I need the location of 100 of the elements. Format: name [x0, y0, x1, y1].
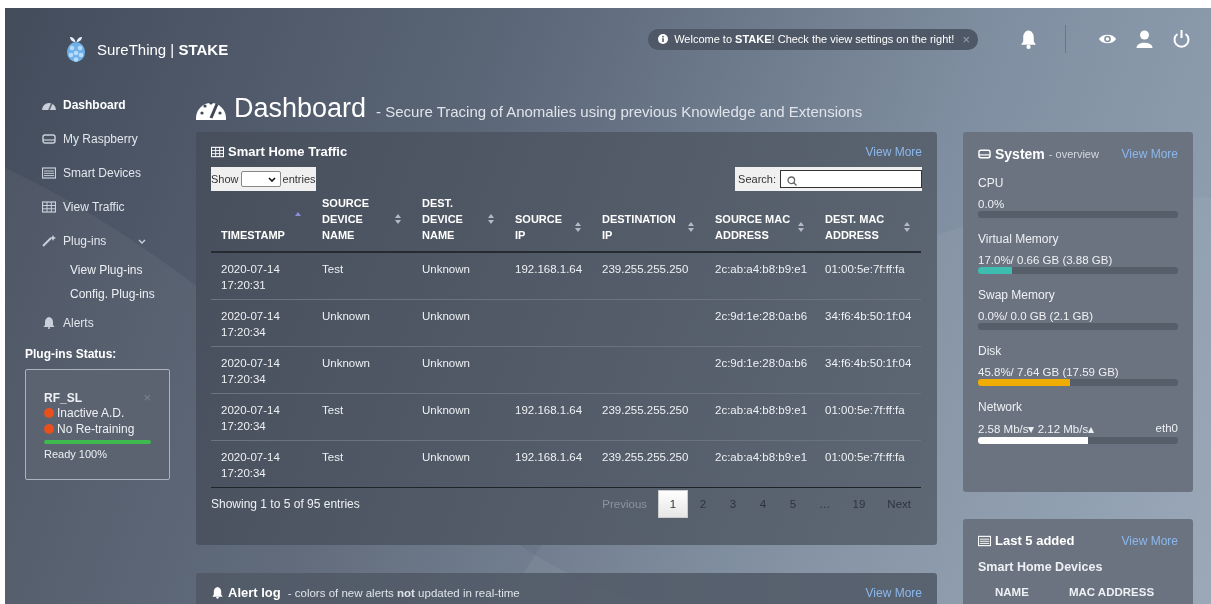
plugin-name: RF_SL	[44, 390, 82, 405]
search-icon	[787, 176, 797, 186]
table-cell-text: 2020-07-14 17:20:34	[221, 355, 281, 387]
entries-label: entries	[282, 173, 316, 185]
table-cell: 2c:9d:1e:28:0a:b6	[715, 309, 808, 322]
meter-label: Swap Memory	[978, 288, 1056, 302]
nav-item[interactable]: Alerts	[25, 306, 170, 340]
column-header[interactable]: TIMESTAMP	[221, 227, 285, 243]
table-cell: 2c:ab:a4:b8:b9:e1	[715, 403, 808, 416]
table-cell: Unknown	[422, 309, 470, 322]
table-cell: 2c:9d:1e:28:0a:b6	[715, 356, 808, 369]
meter-label: CPU	[978, 176, 1005, 190]
meter-label: Network	[978, 400, 1023, 414]
list-icon	[978, 534, 991, 547]
info-icon	[658, 34, 669, 44]
meter-reading: 0.0%/ 0.0 GB (2.1 GB)	[978, 310, 1094, 322]
column-header: MAC ADDRESS	[1068, 586, 1155, 598]
status-label: Inactive A.D.	[57, 405, 125, 421]
table-cell: 34:f6:4b:50:1f:04	[825, 356, 912, 369]
meter-reading: 2.58 Mb/s▾ 2.12 Mb/s▴	[978, 422, 1095, 436]
nav-item[interactable]: Plug-ins	[25, 224, 170, 258]
table-cell-text: 2020-07-14 17:20:34	[221, 449, 281, 481]
bell-icon[interactable]	[1020, 29, 1037, 49]
nav-subitem[interactable]: View Plug-ins	[25, 258, 196, 282]
table-cell: 2c:ab:a4:b8:b9:e1	[715, 450, 808, 463]
sort-icon[interactable]	[687, 221, 695, 233]
bell-icon	[211, 586, 224, 599]
progress-label: Ready 100%	[44, 448, 107, 460]
table-cell: 192.168.1.64	[515, 403, 583, 416]
column-header[interactable]: DEST. DEVICE NAME	[422, 195, 485, 243]
sort-icon[interactable]	[903, 221, 911, 233]
table-cell: Unknown	[422, 403, 470, 416]
table-cell: Test	[322, 450, 344, 463]
card-note: - colors of new alerts not updated in real-time	[287, 586, 520, 599]
card-title: Alert log	[228, 585, 281, 600]
grid-icon	[42, 201, 56, 213]
meter-reading: 45.8%/ 7.64 GB (17.59 GB)	[978, 366, 1119, 378]
caret-icon	[267, 176, 276, 182]
meter-reading: 17.0%/ 0.66 GB (3.88 GB)	[978, 254, 1113, 266]
page-button[interactable]: 1	[658, 489, 689, 518]
table-cell: Unknown	[322, 356, 370, 369]
column-header: NAME	[995, 586, 1029, 598]
table-cell: 01:00:5e:7f:ff:fa	[825, 450, 905, 463]
card-subtitle: Smart Home Devices	[978, 560, 1104, 574]
nav-item[interactable]: My Raspberry	[25, 122, 170, 156]
table-cell: 239.255.255.250	[602, 403, 689, 416]
interface-label: eth0	[1155, 422, 1178, 436]
table-cell-text: 2020-07-14 17:20:31	[221, 262, 281, 293]
table-cell: 01:00:5e:7f:ff:fa	[825, 263, 905, 275]
table-cell: 239.255.255.250	[602, 263, 689, 275]
bell-icon	[42, 317, 56, 329]
table-cell: Unknown	[422, 263, 470, 275]
brand-name: SureThing | STAKE	[97, 40, 229, 58]
nav-item[interactable]: View Traffic	[25, 190, 170, 224]
view-more-link[interactable]: View More	[865, 585, 922, 600]
list-icon	[42, 167, 56, 179]
power-icon[interactable]	[1172, 30, 1191, 48]
sort-icon[interactable]	[574, 221, 582, 233]
close-button[interactable]: ×	[960, 31, 970, 47]
column-header[interactable]: DEST. MAC ADDRESS	[825, 211, 901, 243]
entries-select[interactable]	[240, 171, 281, 187]
nav-item[interactable]: Smart Devices	[25, 156, 170, 190]
table-cell: 2c:ab:a4:b8:b9:e1	[715, 263, 808, 275]
status-label: No Re-training	[57, 421, 135, 437]
meter-label: Disk	[978, 344, 1003, 358]
meter-label: Virtual Memory	[978, 232, 1060, 246]
sort-icon[interactable]	[487, 213, 495, 225]
table-cell: Unknown	[422, 356, 470, 369]
table-cell: 34:f6:4b:50:1f:04	[825, 309, 912, 322]
table-cell: Unknown	[322, 309, 370, 322]
meter-reading: 0.0%	[978, 198, 1005, 210]
table-cell: Test	[322, 403, 344, 416]
table-cell-text: 2020-07-14 17:20:34	[221, 308, 281, 340]
column-header[interactable]: SOURCE MAC ADDRESS	[715, 211, 795, 243]
drive-icon	[978, 148, 991, 160]
nav-subitem[interactable]: Config. Plug-ins	[25, 282, 196, 306]
column-header[interactable]: SOURCE IP	[515, 211, 572, 243]
card-title: Last 5 added	[995, 533, 1075, 548]
column-header[interactable]: SOURCE DEVICE NAME	[322, 195, 392, 243]
sort-icon[interactable]	[394, 213, 402, 225]
wand-icon	[42, 235, 56, 247]
page-title: Dashboard	[234, 92, 367, 124]
page-subtitle: - Secure Tracing of Anomalies using previous Knowledge and Extensions	[376, 102, 863, 120]
table-info: Showing 1 to 5 of 95 entries	[211, 496, 360, 511]
drive-icon	[42, 133, 56, 145]
table-cell: 192.168.1.64	[515, 450, 583, 463]
view-more-link[interactable]: View More	[865, 144, 922, 159]
table-cell: Test	[322, 263, 344, 275]
table-cell: 192.168.1.64	[515, 263, 583, 275]
user-icon[interactable]	[1135, 30, 1154, 48]
table-cell-text: 2020-07-14 17:20:34	[221, 402, 281, 434]
notice-text: Welcome to STAKE! Check the view settings on the right!	[674, 33, 955, 45]
table-cell: 01:00:5e:7f:ff:fa	[825, 403, 905, 416]
search-field[interactable]	[780, 170, 922, 188]
search-label: Search:	[738, 173, 776, 185]
sort-icon[interactable]	[797, 221, 805, 233]
table-icon	[211, 145, 224, 158]
section-title: Plug-ins Status:	[25, 347, 118, 361]
nav-item[interactable]: Dashboard	[25, 88, 170, 122]
column-header[interactable]: DESTINATION IP	[602, 211, 685, 243]
